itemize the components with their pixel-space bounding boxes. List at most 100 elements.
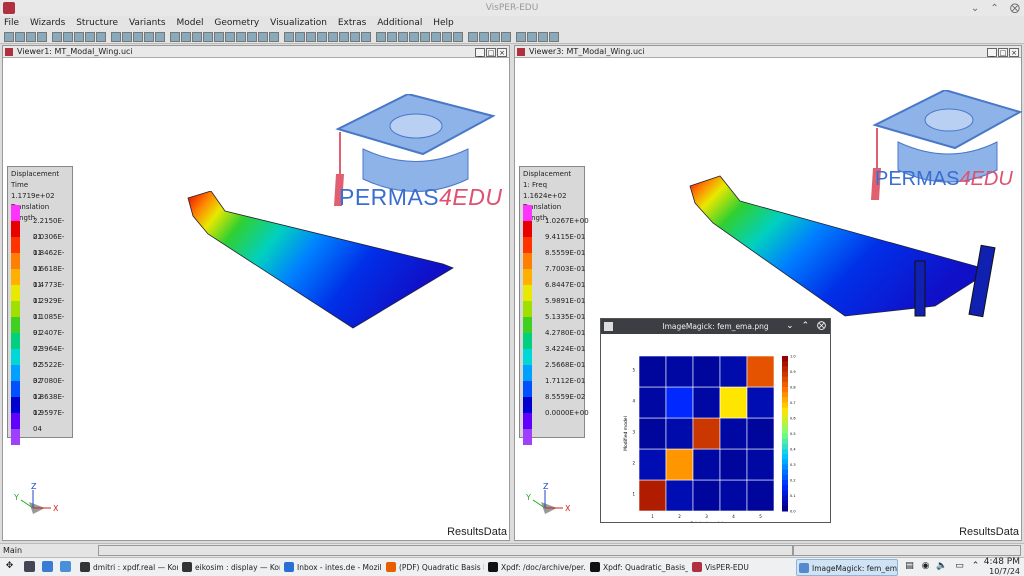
toolbar-button[interactable] [26, 32, 36, 42]
colorbar-tick-label: 0.5 [790, 432, 796, 436]
toolbar-button[interactable] [306, 32, 316, 42]
toolbar-button[interactable] [549, 32, 559, 42]
app-launcher-icon[interactable]: ✥ [4, 561, 15, 572]
toolbar-button[interactable] [269, 32, 279, 42]
menu-geometry[interactable]: Geometry [210, 16, 263, 30]
toolbar-button[interactable] [361, 32, 371, 42]
toolbar-button[interactable] [258, 32, 268, 42]
clipboard-icon[interactable]: ▤ [904, 561, 915, 572]
toolbar-button[interactable] [442, 32, 452, 42]
menu-variants[interactable]: Variants [125, 16, 170, 30]
menu-visualization[interactable]: Visualization [266, 16, 331, 30]
toolbar-button[interactable] [144, 32, 154, 42]
im-close-button[interactable]: ⨂ [817, 321, 826, 331]
toolbar-button[interactable] [247, 32, 257, 42]
toolbar-button[interactable] [96, 32, 106, 42]
taskbar-task[interactable]: VisPER-EDU [690, 559, 790, 576]
menu-model[interactable]: Model [172, 16, 207, 30]
toolbar-button[interactable] [170, 32, 180, 42]
toolbar-button[interactable] [37, 32, 47, 42]
network-icon[interactable]: ◉ [920, 561, 931, 572]
heatmap-cell [665, 417, 694, 450]
menu-file[interactable]: File [0, 16, 23, 30]
toolbar-button[interactable] [15, 32, 25, 42]
taskbar-task[interactable]: (PDF) Quadratic Basis P... [384, 559, 484, 576]
toolbar-button[interactable] [501, 32, 511, 42]
toolbar-button[interactable] [74, 32, 84, 42]
menu-wizards[interactable]: Wizards [26, 16, 69, 30]
toolbar-button[interactable] [155, 32, 165, 42]
discover-icon[interactable] [42, 561, 53, 572]
toolbar-button[interactable] [203, 32, 213, 42]
clock[interactable]: 4:48 PM 10/7/24 [984, 558, 1020, 576]
menu-additional[interactable]: Additional [373, 16, 426, 30]
imagemagick-window[interactable]: ImageMagick: fem_ema.png ⌄ ⌃ ⨂ 1 2 3 4 5 1 2 3 4… [600, 318, 831, 527]
toolbar-button[interactable] [111, 32, 121, 42]
display-icon[interactable]: ▭ [954, 561, 965, 572]
taskbar-task[interactable]: ImageMagick: fem_em... [796, 559, 898, 576]
toolbar-button[interactable] [85, 32, 95, 42]
tray-expand-icon[interactable]: ⌃ [970, 561, 981, 572]
legend-values: 1.0267E+00 9.4115E-01 8.5559E-01 7.7003E-01… [545, 213, 589, 421]
task-label: eikosim : display — Kon... [195, 563, 280, 572]
close-button[interactable]: ⨂ [1010, 3, 1020, 14]
taskbar-task[interactable]: dmitri : xpdf.real — Kon... [78, 559, 178, 576]
toolbar-button[interactable] [538, 32, 548, 42]
toolbar-button[interactable] [339, 32, 349, 42]
toolbar-button[interactable] [4, 32, 14, 42]
toolbar-button[interactable] [225, 32, 235, 42]
toolbar-button[interactable] [295, 32, 305, 42]
toolbar-button[interactable] [376, 32, 386, 42]
toolbar-button[interactable] [328, 32, 338, 42]
toolbar-button[interactable] [387, 32, 397, 42]
toolbar-button[interactable] [490, 32, 500, 42]
task-app-icon [80, 562, 90, 572]
taskbar-task[interactable]: eikosim : display — Kon... [180, 559, 280, 576]
menu-help[interactable]: Help [429, 16, 458, 30]
toolbar-button[interactable] [192, 32, 202, 42]
taskbar-task[interactable]: Inbox - intes.de - Mozill... [282, 559, 382, 576]
minimize-button[interactable]: ⌄ [971, 3, 979, 14]
toolbar-button[interactable] [409, 32, 419, 42]
toolbar-button[interactable] [516, 32, 526, 42]
pager-icon[interactable] [24, 561, 35, 572]
toolbar-button[interactable] [431, 32, 441, 42]
toolbar-button[interactable] [214, 32, 224, 42]
toolbar-button[interactable] [317, 32, 327, 42]
toolbar-button[interactable] [181, 32, 191, 42]
legend-color-swatch [11, 413, 20, 429]
heatmap-cell [638, 448, 667, 481]
toolbar-button[interactable] [52, 32, 62, 42]
taskbar-task[interactable]: Xpdf: Quadratic_Basis_... [588, 559, 688, 576]
toolbar-button[interactable] [133, 32, 143, 42]
toolbar-button[interactable] [527, 32, 537, 42]
im-maximize-button[interactable]: ⌃ [802, 321, 810, 331]
folder-icon[interactable] [60, 561, 71, 572]
viewer3-legend: Displacement 1: Freq 1.1624e+02 Translat… [519, 166, 589, 445]
toolbar-button[interactable] [420, 32, 430, 42]
viewer1-panel[interactable]: Viewer1: MT_Modal_Wing.uci _ □ × PERMAS4ED… [2, 45, 510, 541]
menu-extras[interactable]: Extras [334, 16, 370, 30]
toolbar-button[interactable] [122, 32, 132, 42]
toolbar-button[interactable] [350, 32, 360, 42]
viewer1-maximize-button[interactable]: □ [486, 48, 496, 57]
heatmap-cell [746, 417, 775, 450]
toolbar-button[interactable] [453, 32, 463, 42]
volume-icon[interactable]: 🔈 [936, 561, 947, 572]
menu-structure[interactable]: Structure [72, 16, 122, 30]
toolbar-button[interactable] [63, 32, 73, 42]
status-bar: Main [0, 543, 1024, 557]
viewer3-close-button[interactable]: × [1009, 48, 1019, 57]
toolbar-button[interactable] [236, 32, 246, 42]
toolbar-button[interactable] [398, 32, 408, 42]
viewer3-maximize-button[interactable]: □ [998, 48, 1008, 57]
maximize-button[interactable]: ⌃ [990, 3, 998, 14]
toolbar-button[interactable] [479, 32, 489, 42]
viewer3-minimize-button[interactable]: _ [987, 48, 997, 57]
taskbar-task[interactable]: Xpdf: /doc/archive/per... [486, 559, 586, 576]
viewer1-close-button[interactable]: × [497, 48, 507, 57]
toolbar-button[interactable] [468, 32, 478, 42]
im-minimize-button[interactable]: ⌄ [786, 321, 794, 331]
toolbar-button[interactable] [284, 32, 294, 42]
viewer1-minimize-button[interactable]: _ [475, 48, 485, 57]
